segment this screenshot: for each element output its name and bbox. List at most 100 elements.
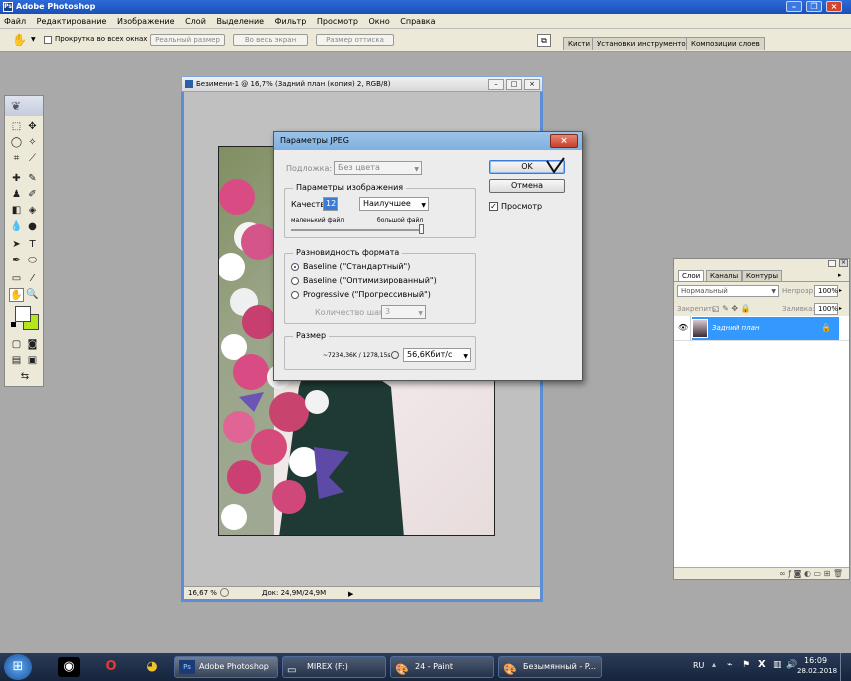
baseline-standard-radio[interactable] [291, 263, 299, 271]
clone-stamp-icon[interactable]: ♟ [9, 188, 24, 202]
adjustment-layer-icon[interactable]: ◐ [804, 569, 811, 578]
menu-image[interactable]: Изображение [113, 14, 179, 29]
scans-select[interactable]: 3 ▼ [381, 305, 426, 319]
dock-tab-layer-comps[interactable]: Композиции слоев [686, 37, 765, 50]
baseline-optimized-radio[interactable] [291, 277, 299, 285]
quality-input[interactable]: 12 [323, 197, 338, 211]
speed-select[interactable]: 56,6Кбит/с ▼ [403, 348, 471, 362]
panel-minimize-icon[interactable] [828, 260, 836, 267]
hand-tool-icon[interactable]: ✋ [12, 33, 27, 47]
menu-edit[interactable]: Редактирование [33, 14, 111, 29]
pen-tool-icon[interactable]: ✒ [9, 254, 24, 268]
visibility-eye-icon[interactable]: 👁 [678, 323, 688, 332]
marquee-tool-icon[interactable]: ⬚ [9, 120, 24, 134]
menu-view[interactable]: Просмотр [313, 14, 362, 29]
minimize-icon[interactable]: – [786, 1, 802, 12]
eyedropper-icon[interactable]: ⁄ [25, 272, 40, 286]
foreground-color-swatch[interactable] [15, 306, 31, 322]
clock-date[interactable]: 28.02.2018 [797, 667, 837, 675]
menu-select[interactable]: Выделение [212, 14, 268, 29]
status-menu-arrow-icon[interactable]: ▶ [348, 588, 353, 600]
quickmask-mode-icon[interactable]: ◙ [25, 338, 40, 352]
path-select-icon[interactable]: ➤ [9, 238, 24, 252]
menu-filter[interactable]: Фильтр [271, 14, 311, 29]
default-colors-icon[interactable] [11, 322, 16, 327]
delete-layer-icon[interactable]: 🗑 [833, 569, 843, 578]
paint-bucket-icon[interactable]: ◈ [25, 204, 40, 218]
fill-arrow-icon[interactable]: ▸ [839, 305, 842, 312]
menu-window[interactable]: Окно [364, 14, 393, 29]
actual-pixels-button[interactable]: Реальный размер [150, 34, 225, 46]
start-button[interactable]: ⊞ [4, 654, 32, 680]
palette-well-icon[interactable]: ⧉ [537, 34, 551, 47]
slice-tool-icon[interactable]: ⟋ [25, 152, 40, 166]
new-group-icon[interactable]: ▭ [813, 569, 821, 578]
chrome-icon[interactable]: ◕ [141, 657, 163, 677]
quality-slider-thumb[interactable] [419, 224, 424, 234]
tab-paths[interactable]: Контуры [742, 270, 783, 281]
shape-tool-icon[interactable]: ⬭ [25, 254, 40, 268]
doc-minimize-icon[interactable]: – [488, 79, 504, 90]
action-center-flag-icon[interactable]: ⚑ [742, 660, 750, 670]
menu-help[interactable]: Справка [396, 14, 439, 29]
lasso-tool-icon[interactable]: ◯ [9, 136, 24, 150]
dock-tab-brushes[interactable]: Кисти [563, 37, 595, 50]
zoom-options-icon[interactable] [220, 588, 229, 597]
history-brush-icon[interactable]: ✐ [25, 188, 40, 202]
magic-wand-icon[interactable]: ✧ [25, 136, 40, 150]
layer-style-icon[interactable]: ƒ [788, 569, 791, 578]
volume-icon[interactable]: 🔊 [786, 660, 797, 670]
standard-mode-icon[interactable]: ▢ [9, 338, 24, 352]
cancel-button[interactable]: Отмена [489, 179, 565, 193]
new-layer-icon[interactable]: ⊞ [824, 569, 831, 578]
taskbar-paint-untitled[interactable]: 🎨 Безымянный - P... [498, 656, 602, 678]
layer-row[interactable]: 👁 Задний план 🔒 [674, 316, 849, 341]
opacity-input[interactable]: 100% [814, 285, 838, 297]
language-indicator[interactable]: RU [693, 661, 704, 670]
tray-usb-icon[interactable]: ⌁ [727, 660, 732, 670]
quality-preset-select[interactable]: Наилучшее ▼ [359, 197, 429, 211]
tray-x-icon[interactable]: X [758, 659, 766, 670]
close-icon[interactable]: × [826, 1, 842, 12]
zoom-tool-icon[interactable]: 🔍 [25, 288, 40, 302]
notes-tool-icon[interactable]: ▭ [9, 272, 24, 286]
chevron-down-icon[interactable]: ▼ [31, 36, 36, 43]
panel-close-icon[interactable]: × [839, 259, 848, 267]
dodge-tool-icon[interactable]: ● [25, 220, 40, 234]
layer-mask-icon[interactable]: ◙ [794, 569, 802, 578]
taskbar-mirex[interactable]: ▭ MIREX (F:) [282, 656, 386, 678]
dock-tab-tool-presets[interactable]: Установки инструментов [592, 37, 695, 50]
crop-tool-icon[interactable]: ⌗ [9, 152, 24, 166]
link-layers-icon[interactable]: ∞ [779, 569, 786, 578]
blend-mode-select[interactable]: Нормальный ▼ [677, 285, 779, 297]
dialog-close-icon[interactable]: × [550, 134, 578, 148]
restore-icon[interactable]: ❐ [806, 1, 822, 12]
type-tool-icon[interactable]: T [25, 238, 40, 252]
scroll-all-checkbox[interactable] [44, 36, 52, 44]
taskbar-paint[interactable]: 🎨 24 - Paint [390, 656, 494, 678]
blur-tool-icon[interactable]: 💧 [9, 220, 24, 234]
tray-arrow-icon[interactable]: ▴ [712, 660, 716, 669]
network-icon[interactable]: ▥ [773, 660, 782, 670]
opera-icon[interactable]: O [100, 657, 122, 677]
brush-tool-icon[interactable]: ✎ [25, 172, 40, 186]
preview-checkbox[interactable]: ✓ [489, 202, 498, 211]
progressive-radio[interactable] [291, 291, 299, 299]
eraser-tool-icon[interactable]: ◧ [9, 204, 24, 218]
taskbar-photoshop[interactable]: Ps Adobe Photoshop [174, 656, 278, 678]
opacity-arrow-icon[interactable]: ▸ [839, 287, 842, 294]
doc-close-icon[interactable]: × [524, 79, 540, 90]
imageready-icon[interactable]: ⇆ [15, 370, 35, 384]
fullscreen-mode-icon[interactable]: ▣ [25, 354, 40, 368]
lock-options-icons[interactable]: ▢ ✎ ✥ 🔒 [712, 304, 751, 313]
zoom-field[interactable]: 16,67 % [188, 587, 217, 599]
menu-file[interactable]: Файл [0, 14, 30, 29]
screen-mode-icon[interactable]: ▤ [9, 354, 24, 368]
panel-menu-icon[interactable]: ▸ [838, 271, 842, 279]
quality-slider-track[interactable] [291, 229, 423, 231]
pinned-app-icon[interactable]: ◉ [58, 657, 80, 677]
tab-layers[interactable]: Слои [678, 270, 705, 281]
tab-channels[interactable]: Каналы [706, 270, 743, 281]
doc-maximize-icon[interactable]: □ [506, 79, 522, 90]
fit-screen-button[interactable]: Во весь экран [233, 34, 308, 46]
